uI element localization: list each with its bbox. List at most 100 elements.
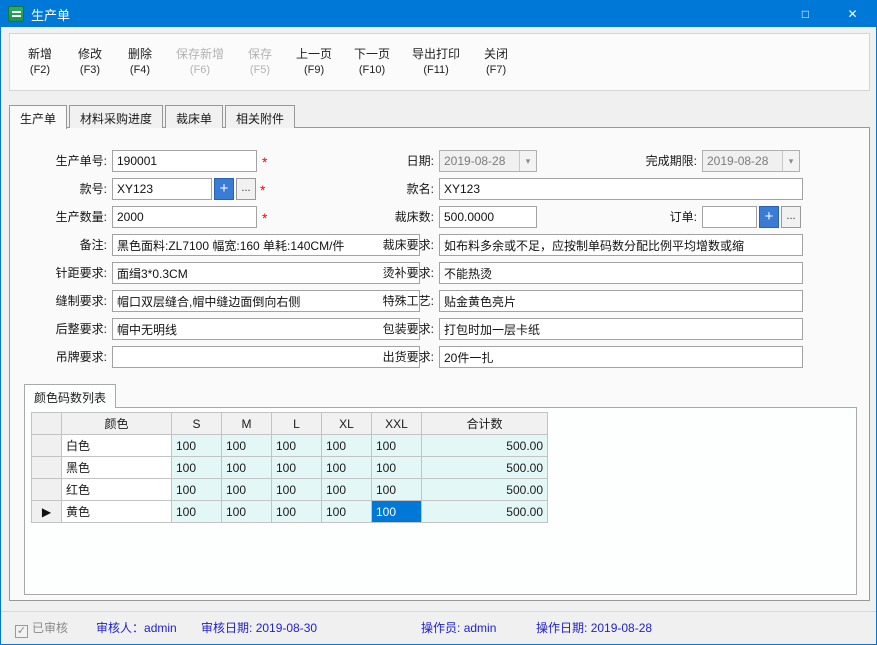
special-craft-input[interactable] bbox=[439, 290, 803, 312]
column-header-l[interactable]: L bbox=[272, 413, 322, 435]
cell-l[interactable]: 100 bbox=[272, 501, 322, 523]
footer-divider bbox=[1, 611, 876, 612]
maximize-button[interactable]: □ bbox=[782, 1, 829, 27]
chevron-down-icon: ▾ bbox=[782, 151, 799, 171]
cell-color[interactable]: 黄色 bbox=[62, 501, 172, 523]
ship-req-label: 出货要求: bbox=[340, 346, 434, 368]
table-row: 红色 100 100 100 100 100 500.00 bbox=[32, 479, 548, 501]
toolbar-button-save-new: 保存新增 (F6) bbox=[170, 42, 230, 82]
row-arrow-icon: ▶ bbox=[42, 505, 51, 519]
color-size-table: 颜色 S M L XL XXL 合计数 白色 100 100 bbox=[31, 412, 548, 523]
cut-req-input[interactable] bbox=[439, 234, 803, 256]
cell-l[interactable]: 100 bbox=[272, 457, 322, 479]
cell-xl[interactable]: 100 bbox=[322, 457, 372, 479]
tag-req-label: 吊牌要求: bbox=[12, 346, 107, 368]
stitch-req-label: 针距要求: bbox=[12, 262, 107, 284]
audit-date-value: 2019-08-30 bbox=[256, 621, 317, 635]
column-header-xl[interactable]: XL bbox=[322, 413, 372, 435]
tab-strip: 生产单 材料采购进度 裁床单 相关附件 bbox=[9, 105, 297, 128]
style-no-lookup-button[interactable]: ... bbox=[236, 178, 256, 200]
order-input[interactable] bbox=[702, 206, 757, 228]
cell-xxl[interactable]: 100 bbox=[372, 479, 422, 501]
order-add-button[interactable]: + bbox=[759, 206, 779, 228]
iron-req-label: 烫补要求: bbox=[340, 262, 434, 284]
operator-group: 操作员: admin bbox=[421, 619, 496, 636]
cell-s[interactable]: 100 bbox=[172, 435, 222, 457]
color-size-grid-area: 颜色 S M L XL XXL 合计数 白色 100 100 bbox=[24, 407, 857, 595]
tab-production-order[interactable]: 生产单 bbox=[9, 105, 67, 129]
order-no-required-mark: * bbox=[262, 150, 272, 174]
current-row-indicator[interactable]: ▶ bbox=[32, 501, 62, 523]
finish-req-label: 后整要求: bbox=[12, 318, 107, 340]
row-indicator[interactable] bbox=[32, 435, 62, 457]
cell-color[interactable]: 红色 bbox=[62, 479, 172, 501]
column-header-s[interactable]: S bbox=[172, 413, 222, 435]
cell-m[interactable]: 100 bbox=[222, 435, 272, 457]
iron-req-input[interactable] bbox=[439, 262, 803, 284]
cell-s[interactable]: 100 bbox=[172, 457, 222, 479]
style-name-input[interactable] bbox=[439, 178, 803, 200]
cell-m[interactable]: 100 bbox=[222, 457, 272, 479]
cell-s[interactable]: 100 bbox=[172, 479, 222, 501]
cell-xl[interactable]: 100 bbox=[322, 501, 372, 523]
order-lookup-button[interactable]: ... bbox=[781, 206, 801, 228]
style-no-input[interactable] bbox=[112, 178, 212, 200]
cut-count-input[interactable] bbox=[439, 206, 537, 228]
column-header-total[interactable]: 合计数 bbox=[422, 413, 548, 435]
cell-color[interactable]: 白色 bbox=[62, 435, 172, 457]
ship-req-input[interactable] bbox=[439, 346, 803, 368]
audited-label: 已审核 bbox=[32, 621, 68, 635]
cell-l[interactable]: 100 bbox=[272, 435, 322, 457]
row-indicator[interactable] bbox=[32, 457, 62, 479]
deadline-label: 完成期限: bbox=[602, 150, 697, 172]
title-bar: 生产单 □ ✕ bbox=[1, 1, 876, 27]
cell-color[interactable]: 黑色 bbox=[62, 457, 172, 479]
date-value: 2019-08-28 bbox=[440, 154, 519, 168]
order-no-input[interactable] bbox=[112, 150, 257, 172]
audited-checkbox: ✓ bbox=[15, 625, 28, 638]
cell-total[interactable]: 500.00 bbox=[422, 457, 548, 479]
toolbar-button-delete[interactable]: 删除 (F4) bbox=[120, 42, 160, 82]
cut-req-label: 裁床要求: bbox=[340, 234, 434, 256]
column-header-xxl[interactable]: XXL bbox=[372, 413, 422, 435]
cell-m[interactable]: 100 bbox=[222, 501, 272, 523]
cell-total[interactable]: 500.00 bbox=[422, 479, 548, 501]
column-header-color[interactable]: 颜色 bbox=[62, 413, 172, 435]
quantity-input[interactable] bbox=[112, 206, 257, 228]
cell-xxl[interactable]: 100 bbox=[372, 457, 422, 479]
order-no-label: 生产单号: bbox=[12, 150, 107, 172]
cell-s[interactable]: 100 bbox=[172, 501, 222, 523]
selected-cell-xxl[interactable]: 100 bbox=[372, 501, 422, 523]
style-no-add-button[interactable]: + bbox=[214, 178, 234, 200]
toolbar-button-prev-page[interactable]: 上一页 (F9) bbox=[290, 42, 338, 82]
style-name-label: 款名: bbox=[340, 178, 434, 200]
table-row current-row: ▶ 黄色 100 100 100 100 100 500.00 bbox=[32, 501, 548, 523]
column-header-m[interactable]: M bbox=[222, 413, 272, 435]
tab-cutting-sheet[interactable]: 裁床单 bbox=[165, 105, 223, 128]
cell-xl[interactable]: 100 bbox=[322, 435, 372, 457]
quantity-label: 生产数量: bbox=[12, 206, 107, 228]
cell-m[interactable]: 100 bbox=[222, 479, 272, 501]
toolbar-button-close[interactable]: 关闭 (F7) bbox=[476, 42, 516, 82]
cell-l[interactable]: 100 bbox=[272, 479, 322, 501]
deadline-picker: 2019-08-28 ▾ bbox=[702, 150, 800, 172]
toolbar: 新增 (F2) 修改 (F3) 删除 (F4) 保存新增 (F6) 保存 (F5… bbox=[9, 33, 870, 91]
auditor-label: 审核人： bbox=[96, 621, 144, 635]
cell-xxl[interactable]: 100 bbox=[372, 435, 422, 457]
close-button[interactable]: ✕ bbox=[829, 1, 876, 27]
table-header-row: 颜色 S M L XL XXL 合计数 bbox=[32, 413, 548, 435]
row-indicator[interactable] bbox=[32, 479, 62, 501]
remark-label: 备注: bbox=[12, 234, 107, 256]
toolbar-button-add[interactable]: 新增 (F2) bbox=[20, 42, 60, 82]
tab-color-size-list[interactable]: 颜色码数列表 bbox=[24, 384, 116, 408]
cell-total[interactable]: 500.00 bbox=[422, 435, 548, 457]
toolbar-button-export-print[interactable]: 导出打印 (F11) bbox=[406, 42, 466, 82]
pack-req-input[interactable] bbox=[439, 318, 803, 340]
cell-xl[interactable]: 100 bbox=[322, 479, 372, 501]
tab-attachments[interactable]: 相关附件 bbox=[225, 105, 295, 128]
toolbar-button-next-page[interactable]: 下一页 (F10) bbox=[348, 42, 396, 82]
row-indicator-header bbox=[32, 413, 62, 435]
tab-material-purchase-progress[interactable]: 材料采购进度 bbox=[69, 105, 163, 128]
cell-total[interactable]: 500.00 bbox=[422, 501, 548, 523]
toolbar-button-edit[interactable]: 修改 (F3) bbox=[70, 42, 110, 82]
